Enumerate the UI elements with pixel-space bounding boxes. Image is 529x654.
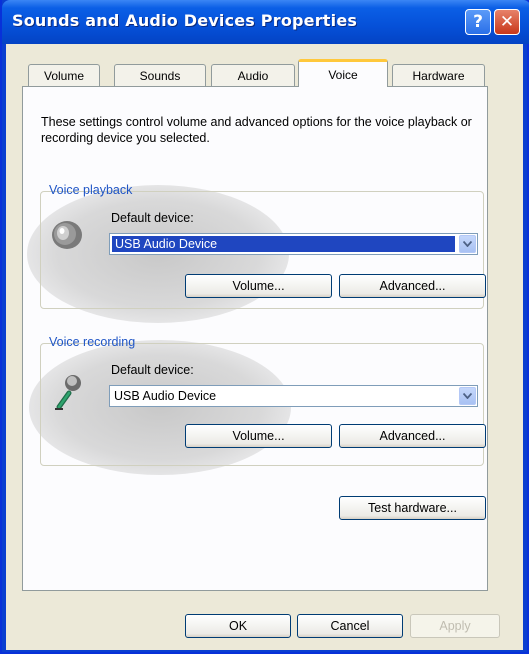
help-button[interactable]: ? bbox=[465, 9, 491, 35]
dialog-window: Sounds and Audio Devices Properties ? ✕ … bbox=[0, 0, 529, 654]
tab-hardware[interactable]: Hardware bbox=[392, 64, 485, 86]
microphone-icon bbox=[55, 375, 81, 410]
recording-device-select[interactable]: USB Audio Device bbox=[109, 385, 478, 407]
apply-button: Apply bbox=[410, 614, 500, 638]
dialog-client-area: Volume Sounds Audio Voice Hardware These… bbox=[6, 44, 523, 650]
playback-device-value: USB Audio Device bbox=[112, 236, 455, 252]
cancel-button[interactable]: Cancel bbox=[297, 614, 403, 638]
voice-recording-legend: Voice recording bbox=[49, 335, 136, 349]
chevron-down-icon[interactable] bbox=[459, 387, 476, 405]
close-button[interactable]: ✕ bbox=[494, 9, 520, 35]
playback-default-device-label: Default device: bbox=[111, 211, 194, 225]
tab-audio[interactable]: Audio bbox=[211, 64, 295, 86]
description-text: These settings control volume and advanc… bbox=[41, 115, 472, 145]
recording-device-value: USB Audio Device bbox=[114, 389, 217, 403]
playback-volume-button[interactable]: Volume... bbox=[185, 274, 332, 298]
tab-sounds[interactable]: Sounds bbox=[114, 64, 206, 86]
ok-button[interactable]: OK bbox=[185, 614, 291, 638]
tab-voice[interactable]: Voice bbox=[298, 59, 388, 87]
test-hardware-button[interactable]: Test hardware... bbox=[339, 496, 486, 520]
chevron-down-icon[interactable] bbox=[459, 235, 476, 253]
speaker-icon bbox=[52, 221, 82, 249]
voice-playback-legend: Voice playback bbox=[49, 183, 133, 197]
playback-advanced-button[interactable]: Advanced... bbox=[339, 274, 486, 298]
title-bar[interactable]: Sounds and Audio Devices Properties ? ✕ bbox=[2, 0, 529, 44]
window-title: Sounds and Audio Devices Properties bbox=[12, 11, 358, 30]
playback-device-select[interactable]: USB Audio Device bbox=[109, 233, 478, 255]
voice-tab-panel: These settings control volume and advanc… bbox=[22, 86, 488, 591]
recording-default-device-label: Default device: bbox=[111, 363, 194, 377]
tab-volume[interactable]: Volume bbox=[28, 64, 100, 86]
recording-volume-button[interactable]: Volume... bbox=[185, 424, 332, 448]
recording-advanced-button[interactable]: Advanced... bbox=[339, 424, 486, 448]
